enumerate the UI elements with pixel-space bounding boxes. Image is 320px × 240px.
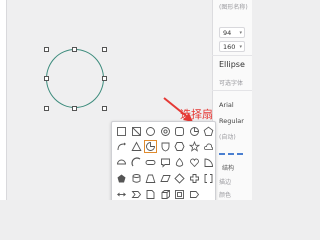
shape-option-cloud[interactable] (202, 140, 215, 153)
shape-option-circle[interactable] (144, 125, 157, 138)
arrow-curve-icon (117, 142, 126, 151)
diamond-icon (174, 173, 185, 184)
position-y-value: 160 (223, 43, 236, 51)
shape-option-blank[interactable] (202, 188, 215, 200)
arc-icon (130, 157, 140, 167)
heart-icon (189, 158, 199, 168)
font-weight-select[interactable]: Regular (219, 117, 244, 125)
shape-option-arc[interactable] (130, 156, 143, 169)
design-app-window: 选择扇形 (图形名称) 94 ▾ 160 ▾ Ellipse 可选字体 Aria… (0, 0, 252, 200)
font-label: 可选字体 (219, 80, 244, 87)
blank-icon (203, 189, 214, 200)
circle-outline-icon (189, 127, 199, 136)
shape-option-rounded-square[interactable] (173, 125, 186, 138)
shape-option-bracket[interactable] (202, 172, 215, 185)
double-arrow-icon (117, 192, 126, 197)
star-icon (188, 141, 200, 152)
position-x-value: 94 (223, 29, 232, 37)
shape-picker-popup (111, 121, 216, 200)
shape-option-parallelogram[interactable] (159, 172, 172, 185)
shape-option-pentagon[interactable] (202, 125, 215, 138)
shape-option-quarter[interactable] (202, 156, 215, 169)
shape-option-star[interactable] (188, 140, 201, 153)
align-right-icon[interactable] (237, 153, 243, 155)
chevron-icon (131, 191, 141, 198)
shape-option-pentagon-outline[interactable] (115, 172, 128, 185)
pentagon-outline-icon (117, 174, 126, 183)
shape-option-bubble[interactable] (159, 156, 172, 169)
bracket-icon (204, 174, 213, 183)
shape-option-trapezoid[interactable] (144, 172, 157, 185)
quarter-icon (204, 158, 213, 167)
circle-icon (146, 127, 155, 136)
shape-option-doc[interactable] (144, 188, 157, 200)
align-center-icon[interactable] (228, 153, 234, 155)
doc-icon (146, 190, 155, 199)
section-divider (212, 55, 252, 56)
cross-icon (189, 174, 199, 183)
hexagon-icon (174, 142, 185, 151)
font-size-field[interactable]: (自动) (219, 132, 236, 141)
shape-option-square-diagonal[interactable] (130, 125, 143, 138)
align-left-icon[interactable] (219, 153, 225, 155)
square-diagonal-icon (131, 127, 141, 136)
bubble-icon (160, 158, 170, 168)
shape-option-chevron[interactable] (130, 188, 143, 200)
shape-option-tag[interactable] (188, 188, 201, 200)
color-label: 颜色 (219, 192, 232, 199)
stepper-icon: ▾ (239, 30, 242, 36)
cylinder-icon (132, 174, 140, 183)
shape-option-cube[interactable] (159, 188, 172, 200)
shape-option-half-circle[interactable] (115, 156, 128, 169)
position-x-field[interactable]: 94 ▾ (219, 27, 245, 38)
tag-icon (189, 191, 199, 198)
font-family-select[interactable]: Arial (219, 101, 234, 109)
pie-sector-icon (146, 142, 155, 151)
shape-option-arrow-curve[interactable] (115, 140, 128, 153)
shape-option-drop[interactable] (173, 156, 186, 169)
structure-label: 结构 (222, 165, 235, 172)
shape-option-double-arrow[interactable] (115, 188, 128, 200)
pentagon-icon (203, 126, 214, 137)
rounded-bar-icon (145, 160, 156, 165)
cloud-icon (204, 143, 214, 150)
shape-option-shield[interactable] (159, 140, 172, 153)
section-divider (212, 90, 252, 91)
trapezoid-icon (145, 174, 156, 183)
shield-icon (161, 142, 169, 152)
shape-option-cylinder[interactable] (130, 172, 143, 185)
shape-option-diamond[interactable] (173, 172, 186, 185)
shape-option-rounded-bar[interactable] (144, 156, 157, 169)
shape-name-field[interactable]: (图形名称) (219, 2, 248, 11)
stroke-label: 描边 (219, 179, 232, 186)
position-y-field[interactable]: 160 ▾ (219, 41, 245, 52)
shape-option-heart[interactable] (188, 156, 201, 169)
parallelogram-icon (159, 175, 171, 182)
shape-type-title: Ellipse (219, 60, 245, 69)
half-circle-icon (117, 159, 126, 165)
square-icon (117, 127, 126, 136)
alignment-buttons[interactable] (219, 153, 243, 157)
shape-option-frame[interactable] (173, 188, 186, 200)
shape-option-circle-outline[interactable] (188, 125, 201, 138)
ring-icon (160, 127, 170, 136)
shape-option-pie-sector[interactable] (144, 140, 157, 153)
shape-option-square[interactable] (115, 125, 128, 138)
shape-option-hexagon[interactable] (173, 140, 186, 153)
shape-option-cross[interactable] (188, 172, 201, 185)
shape-option-triangle[interactable] (130, 140, 143, 153)
drop-icon (175, 157, 184, 167)
triangle-icon (130, 141, 142, 151)
frame-icon (175, 190, 184, 199)
stepper-icon: ▾ (239, 44, 242, 50)
cube-icon (161, 190, 170, 199)
rounded-square-icon (175, 127, 184, 136)
shape-option-ring[interactable] (159, 125, 172, 138)
